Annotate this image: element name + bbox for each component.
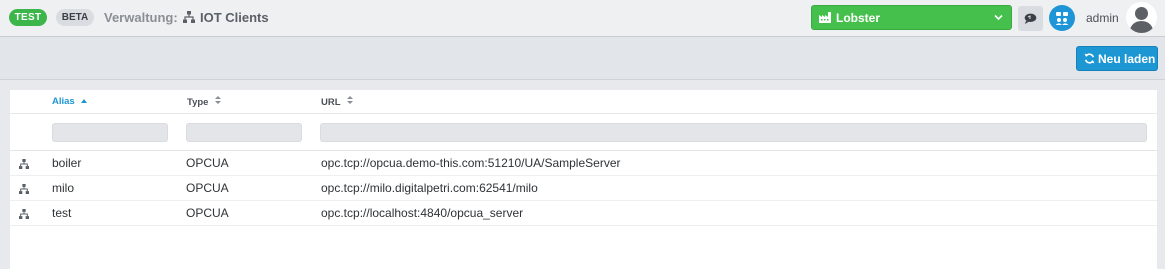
filter-input-type[interactable] <box>186 123 302 142</box>
reload-button-label: Neu laden <box>1098 52 1156 66</box>
chat-icon <box>1024 13 1037 24</box>
chevron-down-icon <box>994 14 1003 21</box>
cell-type: OPCUA <box>186 181 229 195</box>
sitemap-icon <box>19 184 29 194</box>
table-header-divider <box>10 113 1157 114</box>
cell-url: opc.tcp://milo.digitalpetri.com:62541/mi… <box>321 181 538 195</box>
column-header-url[interactable]: URL <box>321 96 353 108</box>
organization-avatar[interactable] <box>1049 5 1075 31</box>
username-label[interactable]: admin <box>1086 11 1119 25</box>
page-title: IOT Clients <box>200 10 269 25</box>
filter-input-alias[interactable] <box>52 123 168 142</box>
sitemap-icon <box>183 11 195 23</box>
column-header-url-label: URL <box>321 97 341 108</box>
refresh-icon <box>1084 53 1095 64</box>
tenant-select-value: Lobster <box>836 11 881 25</box>
beta-badge: BETA <box>56 9 94 26</box>
user-icon <box>1129 7 1154 33</box>
cell-url: opc.tcp://opcua.demo-this.com:51210/UA/S… <box>321 156 621 170</box>
sort-asc-icon <box>81 99 88 103</box>
table-row[interactable]: test OPCUA opc.tcp://localhost:4840/opcu… <box>10 201 1157 226</box>
cell-alias: test <box>52 206 72 220</box>
sort-icon <box>347 96 353 104</box>
cell-url: opc.tcp://localhost:4840/opcua_server <box>321 206 524 220</box>
environment-badge-test: TEST <box>9 9 47 26</box>
column-header-alias-label: Alias <box>52 96 75 107</box>
filter-input-url[interactable] <box>320 123 1147 142</box>
sort-icon <box>215 96 222 104</box>
cell-type: OPCUA <box>186 206 229 220</box>
column-header-type-label: Type <box>187 97 209 108</box>
cell-alias: milo <box>52 181 75 195</box>
column-header-alias[interactable]: Alias <box>52 96 88 107</box>
table-row[interactable]: boiler OPCUA opc.tcp://opcua.demo-this.c… <box>10 151 1157 176</box>
group-icon <box>1055 12 1069 25</box>
breadcrumb-section: Verwaltung: <box>104 10 178 25</box>
user-avatar[interactable] <box>1126 2 1157 33</box>
action-toolbar <box>0 37 1165 80</box>
cell-type: OPCUA <box>186 156 229 170</box>
column-header-type[interactable]: Type <box>187 96 222 108</box>
sitemap-icon <box>19 209 29 219</box>
reload-button[interactable]: Neu laden <box>1076 46 1158 71</box>
sitemap-icon <box>19 159 29 169</box>
cell-alias: boiler <box>52 156 82 170</box>
factory-icon <box>819 12 831 23</box>
chat-button[interactable] <box>1018 6 1043 31</box>
table-row[interactable]: milo OPCUA opc.tcp://milo.digitalpetri.c… <box>10 176 1157 201</box>
tenant-select[interactable]: Lobster <box>811 5 1012 30</box>
